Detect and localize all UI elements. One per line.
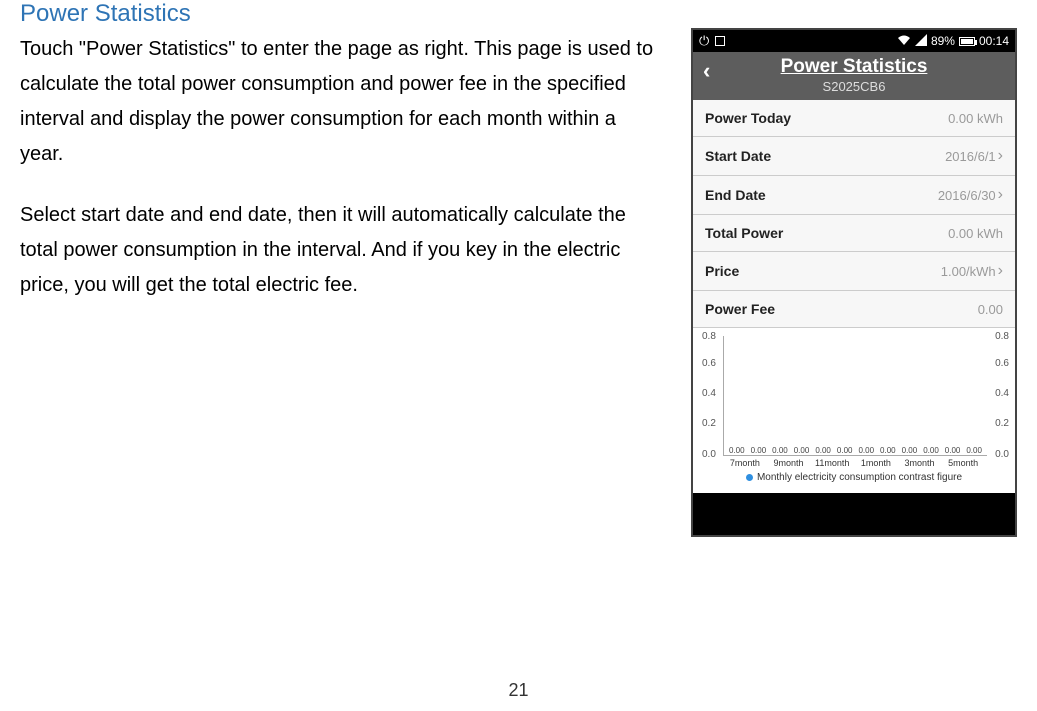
row-value: 0.00 kWh bbox=[948, 111, 1003, 126]
back-button[interactable]: ‹ bbox=[703, 58, 710, 84]
bar-value: 0.00 bbox=[748, 446, 770, 455]
bar-value: 0.00 bbox=[855, 446, 877, 455]
bar-value: 0.00 bbox=[812, 446, 834, 455]
status-time: 00:14 bbox=[979, 34, 1009, 48]
row-price[interactable]: Price 1.00/kWh› bbox=[693, 252, 1015, 291]
bar-value: 0.00 bbox=[920, 446, 942, 455]
page-number: 21 bbox=[508, 680, 528, 701]
bar-value: 0.00 bbox=[834, 446, 856, 455]
chevron-right-icon: › bbox=[998, 262, 1003, 280]
wifi-icon bbox=[897, 34, 911, 49]
screenshot-icon bbox=[715, 36, 725, 46]
ytick: 0.4 bbox=[702, 388, 716, 399]
xtick: 5month bbox=[941, 458, 985, 468]
row-label: Price bbox=[705, 263, 739, 279]
device-id: S2025CB6 bbox=[693, 79, 1015, 94]
row-label: Power Today bbox=[705, 110, 791, 126]
row-value: 1.00/kWh› bbox=[941, 262, 1003, 280]
row-value: 0.00 kWh bbox=[948, 226, 1003, 241]
app-bar: ‹ Power Statistics S2025CB6 bbox=[693, 52, 1015, 100]
bar-value: 0.00 bbox=[963, 446, 985, 455]
ytick: 0.8 bbox=[995, 331, 1009, 342]
battery-icon bbox=[959, 37, 975, 46]
xtick: 1month bbox=[854, 458, 898, 468]
ytick: 0.2 bbox=[702, 418, 716, 429]
intro-paragraph-1: Touch "Power Statistics" to enter the pa… bbox=[20, 32, 661, 172]
bar-value: 0.00 bbox=[877, 446, 899, 455]
bar-value: 0.00 bbox=[899, 446, 921, 455]
power-icon: ⏻ bbox=[699, 33, 709, 49]
bar-value: 0.00 bbox=[942, 446, 964, 455]
ytick: 0.6 bbox=[702, 358, 716, 369]
battery-pct: 89% bbox=[931, 34, 955, 48]
chevron-right-icon: › bbox=[998, 186, 1003, 204]
chart-body: 0.0 0.2 0.4 0.6 0.8 0.0 0.2 0.4 0.6 0.8 … bbox=[723, 336, 987, 456]
row-total-power: Total Power 0.00 kWh bbox=[693, 215, 1015, 252]
row-power-fee: Power Fee 0.00 bbox=[693, 291, 1015, 328]
phone-screenshot: ⏻ 89% 00:14 ‹ Power Statistics bbox=[691, 28, 1017, 537]
status-bar: ⏻ 89% 00:14 bbox=[693, 30, 1015, 52]
row-label: End Date bbox=[705, 187, 766, 203]
row-power-today: Power Today 0.00 kWh bbox=[693, 100, 1015, 137]
settings-list: Power Today 0.00 kWh Start Date 2016/6/1… bbox=[693, 100, 1015, 328]
android-nav-bar bbox=[693, 493, 1015, 535]
ytick: 0.8 bbox=[702, 331, 716, 342]
row-label: Start Date bbox=[705, 148, 771, 164]
ytick: 0.0 bbox=[702, 449, 716, 460]
row-value: 0.00 bbox=[978, 302, 1003, 317]
row-start-date[interactable]: Start Date 2016/6/1› bbox=[693, 137, 1015, 176]
row-end-date[interactable]: End Date 2016/6/30› bbox=[693, 176, 1015, 215]
row-value: 2016/6/1› bbox=[945, 147, 1003, 165]
xtick: 7month bbox=[723, 458, 767, 468]
bar-value: 0.00 bbox=[791, 446, 813, 455]
section-heading: Power Statistics bbox=[20, 0, 661, 28]
legend-dot-icon bbox=[746, 474, 753, 481]
xtick: 9month bbox=[767, 458, 811, 468]
ytick: 0.2 bbox=[995, 418, 1009, 429]
bar-value: 0.00 bbox=[726, 446, 748, 455]
chart-area: 0.0 0.2 0.4 0.6 0.8 0.0 0.2 0.4 0.6 0.8 … bbox=[693, 328, 1015, 493]
bar-value: 0.00 bbox=[769, 446, 791, 455]
chart-legend: Monthly electricity consumption contrast… bbox=[697, 472, 1011, 489]
xtick: 11month bbox=[810, 458, 854, 468]
ytick: 0.6 bbox=[995, 358, 1009, 369]
row-label: Total Power bbox=[705, 225, 783, 241]
intro-paragraph-2: Select start date and end date, then it … bbox=[20, 198, 661, 303]
ytick: 0.4 bbox=[995, 388, 1009, 399]
chevron-right-icon: › bbox=[998, 147, 1003, 165]
ytick: 0.0 bbox=[995, 449, 1009, 460]
x-axis: 7month 9month 11month 1month 3month 5mon… bbox=[723, 458, 985, 468]
row-value: 2016/6/30› bbox=[938, 186, 1003, 204]
page-title: Power Statistics bbox=[693, 56, 1015, 78]
signal-icon bbox=[915, 34, 927, 49]
xtick: 3month bbox=[898, 458, 942, 468]
row-label: Power Fee bbox=[705, 301, 775, 317]
